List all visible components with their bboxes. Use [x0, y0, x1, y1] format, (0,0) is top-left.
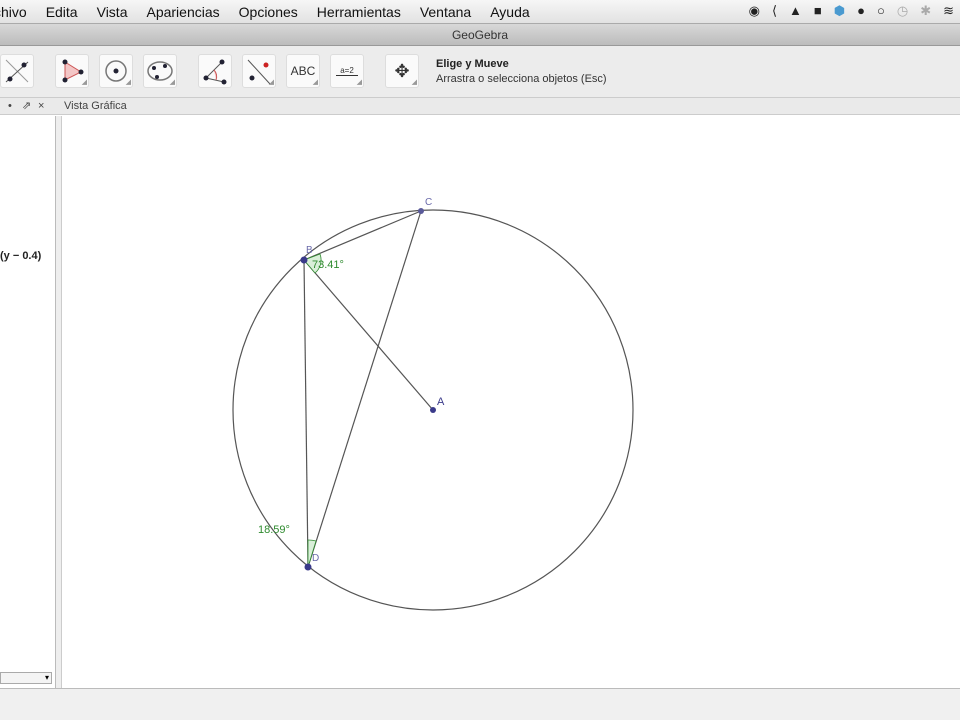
undock-icon[interactable]: ⇗ — [22, 98, 31, 115]
bluetooth-icon[interactable]: ✱ — [920, 3, 931, 19]
segment-bd[interactable] — [303, 259, 309, 568]
menu-vista[interactable]: Vista — [97, 4, 128, 20]
menu-opciones[interactable]: Opciones — [239, 4, 298, 20]
point-a-label: A — [437, 396, 445, 408]
active-tool-name: Elige y Mueve — [436, 58, 509, 70]
point-b[interactable] — [300, 256, 308, 264]
tool-angle[interactable] — [198, 54, 232, 88]
folder-icon[interactable]: ■ — [814, 3, 822, 19]
toolbar: ◢ ◢ ◢ ◢ ABC ◢ a=2 ◢ ✥ ◢ Elige y Mueve Arras… — [0, 46, 960, 98]
segment-bc[interactable] — [303, 210, 422, 261]
record-icon[interactable]: ● — [857, 3, 865, 19]
point-b-label: B — [306, 245, 313, 256]
active-tool-help: Arrastra o selecciona objetos (Esc) — [436, 73, 607, 85]
angle-icon — [203, 59, 227, 85]
move-arrows-icon: ✥ — [394, 60, 410, 81]
segment-ab[interactable] — [303, 259, 434, 411]
algebra-item[interactable]: (y − 0.4) — [0, 250, 41, 262]
window-title: GeoGebra — [0, 24, 960, 46]
graphics-view[interactable]: 73.41° 18.59° A B C D — [62, 116, 960, 688]
camera-icon[interactable]: ◉ — [749, 3, 760, 19]
tool-move-view[interactable]: ✥ ◢ — [385, 54, 419, 88]
graphics-view-title: Vista Gráfica — [64, 100, 127, 112]
tool-circle[interactable]: ◢ — [99, 54, 133, 88]
angle-d-label: 18.59° — [258, 524, 290, 536]
point-c[interactable] — [418, 208, 424, 214]
tool-slider[interactable]: a=2 ◢ — [330, 54, 364, 88]
menu-apariencias[interactable]: Apariencias — [146, 4, 219, 20]
angle-b-label: 73.41° — [312, 259, 344, 271]
point-d-label: D — [312, 553, 319, 564]
wifi-icon[interactable]: ≋ — [943, 3, 954, 19]
tool-polygon[interactable]: ◢ — [55, 54, 89, 88]
menu-ventana[interactable]: Ventana — [420, 4, 471, 20]
refresh-icon[interactable]: ○ — [877, 3, 885, 19]
menu-bar: chivo Edita Vista Apariencias Opciones H… — [0, 0, 960, 24]
drive-icon[interactable]: ▲ — [789, 3, 802, 19]
close-view-icon[interactable]: × — [38, 98, 44, 115]
tool-conic[interactable]: ◢ — [143, 54, 177, 88]
menu-edita[interactable]: Edita — [46, 4, 78, 20]
point-d[interactable] — [304, 563, 312, 571]
text-icon: ABC — [290, 64, 316, 78]
algebra-scrollbar[interactable]: ▾ — [0, 672, 52, 684]
input-bar[interactable] — [0, 688, 960, 720]
view-header: • ⇗ × Vista Gráfica — [0, 98, 960, 115]
point-a[interactable] — [430, 407, 436, 413]
slider-icon: a=2 — [336, 66, 358, 76]
system-tray: ◉ ⟨ ▲ ■ ⬢ ● ○ ◷ ✱ ≋ — [749, 3, 954, 19]
algebra-view: (y − 0.4) — [0, 116, 56, 688]
tool-reflect[interactable]: ◢ — [242, 54, 276, 88]
share-icon[interactable]: ⟨ — [772, 3, 777, 19]
style-bar-dot-icon[interactable]: • — [8, 98, 12, 115]
tool-line-intersect[interactable] — [0, 54, 34, 88]
point-c-label: C — [425, 197, 432, 208]
menu-ayuda[interactable]: Ayuda — [490, 4, 529, 20]
menu-archivo[interactable]: chivo — [0, 4, 27, 20]
clock-icon[interactable]: ◷ — [897, 3, 908, 19]
sync-icon[interactable]: ⬢ — [834, 3, 845, 19]
lines-icon — [5, 59, 29, 83]
tool-text[interactable]: ABC ◢ — [286, 54, 320, 88]
menu-herramientas[interactable]: Herramientas — [317, 4, 401, 20]
